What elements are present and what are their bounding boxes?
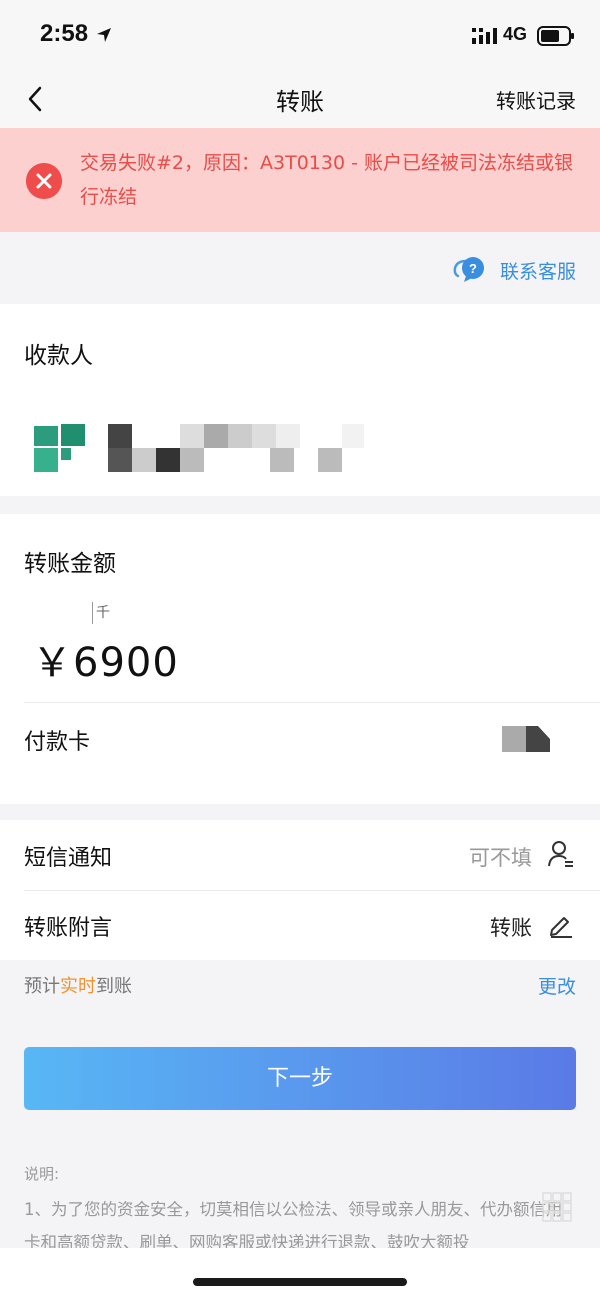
transfer-history-link[interactable]: 转账记录 (496, 85, 576, 114)
amount-title: 转账金额 (24, 551, 116, 577)
divider (24, 890, 600, 891)
memo-label: 转账附言 (24, 916, 113, 941)
error-banner: 交易失败#2，原因：A3T0130 - 账户已经被司法冻结或银行冻结 (0, 128, 600, 232)
arrival-estimate: 预计实时到账 (24, 972, 132, 998)
payee-bank-logo (34, 424, 85, 472)
error-x-icon (26, 163, 62, 199)
unit-divider (92, 602, 93, 624)
memo-input[interactable]: 转账 (490, 912, 532, 942)
amount-card: 转账金额 千 ￥6900 付款卡 (0, 514, 600, 804)
contact-service-label: 联系客服 (499, 260, 576, 283)
next-step-button[interactable]: 下一步 (24, 1047, 576, 1110)
sms-label: 短信通知 (24, 846, 113, 871)
pay-card-selector[interactable] (502, 726, 550, 752)
payee-card: 收款人 (0, 304, 600, 496)
sms-input[interactable]: 可不填 (469, 842, 532, 872)
arrival-highlight: 实时 (60, 976, 96, 997)
svg-text:?: ? (469, 261, 477, 276)
keypad-icon[interactable] (542, 1192, 572, 1222)
location-arrow-icon (97, 28, 111, 42)
arrival-suffix: 到账 (96, 976, 132, 997)
notes-title: 说明: (24, 1165, 60, 1183)
network-label: 4G (503, 24, 528, 44)
change-arrival-link[interactable]: 更改 (538, 972, 576, 999)
signal-icon (472, 28, 497, 44)
contact-icon[interactable] (548, 840, 574, 868)
extra-options-card: 短信通知 可不填 转账附言 转账 (0, 820, 600, 960)
battery-icon (537, 26, 574, 46)
payee-title: 收款人 (24, 343, 93, 369)
arrival-row: 预计实时到账 更改 (0, 960, 600, 1010)
arrival-prefix: 预计 (24, 976, 60, 997)
status-time: 2:58 (40, 20, 89, 47)
chat-bubble-icon: ? (453, 257, 484, 282)
payee-name-redacted (108, 424, 364, 472)
edit-pencil-icon[interactable] (548, 912, 574, 938)
error-message: 交易失败#2，原因：A3T0130 - 账户已经被司法冻结或银行冻结 (80, 152, 573, 208)
bottom-area (0, 1248, 600, 1299)
nav-bar: 转账 转账记录 (0, 70, 600, 128)
home-indicator[interactable] (193, 1278, 407, 1286)
pay-card-label: 付款卡 (24, 730, 91, 755)
amount-unit-hint: 千 (96, 605, 110, 621)
divider (24, 702, 600, 703)
contact-service-link[interactable]: ? 联系客服 (452, 256, 576, 284)
service-row: ? 联系客服 (0, 232, 600, 304)
amount-input[interactable]: ￥6900 (32, 630, 179, 688)
status-bar: 2:58 4G (0, 0, 600, 70)
